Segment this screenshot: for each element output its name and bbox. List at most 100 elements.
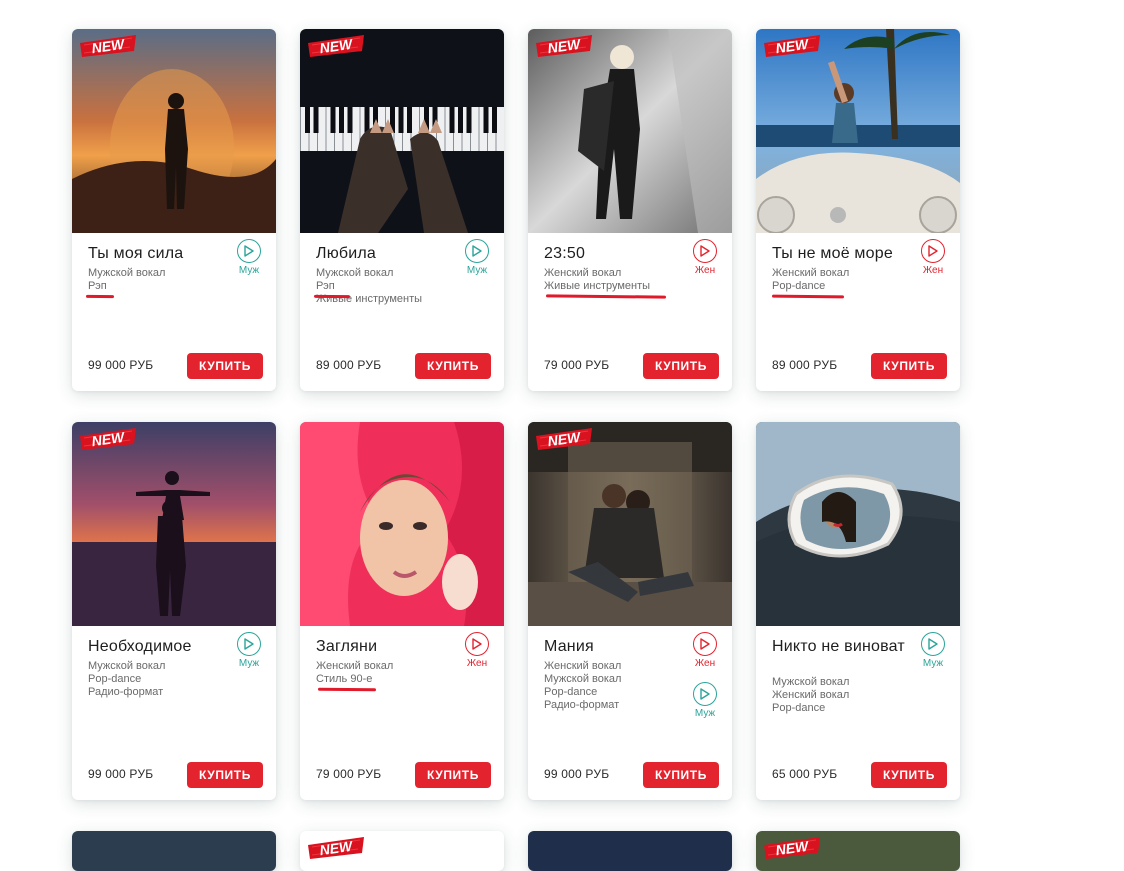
play-male-button[interactable]: Муж [688, 682, 722, 719]
play-male-button[interactable]: Муж [916, 632, 950, 669]
tag-item: Женский вокал [316, 660, 394, 672]
tag-item: Женский вокал [544, 267, 622, 279]
cover-image[interactable]: NEW [528, 29, 732, 233]
play-icon[interactable] [921, 239, 945, 263]
hand-underline [771, 294, 845, 299]
product-card-partial[interactable] [72, 831, 276, 871]
play-female-button[interactable]: Жен [916, 239, 950, 276]
new-badge: NEW [306, 835, 368, 861]
cover-art-woman-car-mirror [756, 422, 960, 626]
play-label: Муж [238, 265, 260, 276]
buy-button[interactable]: КУПИТЬ [415, 353, 491, 379]
cover-image[interactable]: NEW [72, 29, 276, 233]
buy-button[interactable]: КУПИТЬ [871, 353, 947, 379]
new-badge: NEW [78, 426, 140, 452]
cover-art-woman-convertible-palms [756, 29, 960, 233]
price-label: 99 000 РУБ [544, 767, 610, 781]
tag-item: Мужской вокал [772, 676, 850, 688]
cover-image[interactable]: NEW [300, 29, 504, 233]
cover-art-blonde-woman-walking-bw [528, 29, 732, 233]
cover-image[interactable]: NEW [756, 29, 960, 233]
tag-item: Женский вокал [544, 660, 622, 672]
track-title[interactable]: 23:50 [544, 245, 684, 262]
tag-item: Радио-формат [88, 686, 164, 698]
product-card-partial[interactable]: NEW [756, 831, 960, 871]
cover-art-woman-red-fabric [300, 422, 504, 626]
play-male-button[interactable]: Муж [460, 239, 494, 276]
play-icon[interactable] [465, 239, 489, 263]
product-card[interactable]: NEW Мания Женский вокал Мужской вокал Pop-d… [528, 422, 732, 800]
tag-item: Мужской вокал [316, 267, 394, 279]
track-title[interactable]: Ты не моё море [772, 245, 912, 262]
price-label: 65 000 РУБ [772, 767, 838, 781]
play-icon[interactable] [465, 632, 489, 656]
product-card[interactable]: NEW Необходимое Мужской вокал Pop-dance Рад… [72, 422, 276, 800]
play-icon[interactable] [693, 682, 717, 706]
cover-art-silhouette-sunset-woman [72, 29, 276, 233]
cover-image[interactable]: NEW [528, 422, 732, 626]
buy-button[interactable]: КУПИТЬ [187, 762, 263, 788]
product-card[interactable]: Никто не виноват Мужской вокал Женский вок… [756, 422, 960, 800]
play-icon[interactable] [237, 632, 261, 656]
product-card-partial[interactable] [528, 831, 732, 871]
play-female-button[interactable]: Жен [460, 632, 494, 669]
tag-item: Женский вокал [772, 689, 850, 701]
play-male-button[interactable]: Муж [232, 239, 266, 276]
buy-button[interactable]: КУПИТЬ [643, 353, 719, 379]
tag-item: Женский вокал [772, 267, 850, 279]
track-title[interactable]: Необходимое [88, 638, 228, 655]
cover-image[interactable] [756, 422, 960, 626]
new-badge: NEW [534, 33, 596, 59]
buy-button[interactable]: КУПИТЬ [871, 762, 947, 788]
tag-list: Женский вокал Pop-dance [772, 267, 922, 293]
play-label: Жен [922, 265, 944, 276]
cover-art-couple-elevator [528, 422, 732, 626]
play-icon[interactable] [693, 239, 717, 263]
price-label: 79 000 РУБ [316, 767, 382, 781]
svg-text:NEW: NEW [91, 429, 127, 450]
cover-art-couple-silhouette-sunset [72, 422, 276, 626]
price-label: 99 000 РУБ [88, 767, 154, 781]
svg-text:NEW: NEW [775, 838, 811, 859]
tag-list: Женский вокал Живые инструменты [544, 267, 694, 293]
svg-text:NEW: NEW [547, 36, 583, 57]
track-title[interactable]: Загляни [316, 638, 456, 655]
hand-underline [545, 294, 667, 299]
product-card[interactable]: NEW Ты моя сила Мужской вокал Рэп Муж 99 00… [72, 29, 276, 391]
tag-item: Pop-dance [772, 280, 826, 292]
play-label: Жен [694, 265, 716, 276]
track-title[interactable]: Мания [544, 638, 684, 655]
track-title[interactable]: Любила [316, 245, 456, 262]
product-card[interactable]: Загляни Женский вокал Стиль 90-е Жен 79 000… [300, 422, 504, 800]
svg-text:NEW: NEW [775, 36, 811, 57]
new-badge: NEW [306, 33, 368, 59]
product-card[interactable]: NEW 23:50 Женский вокал Живые инструменты … [528, 29, 732, 391]
play-icon[interactable] [693, 632, 717, 656]
play-icon[interactable] [921, 632, 945, 656]
cover-image[interactable]: NEW [72, 422, 276, 626]
tag-item: Мужской вокал [88, 267, 166, 279]
buy-button[interactable]: КУПИТЬ [187, 353, 263, 379]
product-card[interactable]: NEW Ты не моё море Женский вокал Pop-dance… [756, 29, 960, 391]
play-label: Муж [466, 265, 488, 276]
product-card-partial[interactable]: NEW [300, 831, 504, 871]
track-title[interactable]: Никто не виноват [772, 638, 912, 655]
play-label: Жен [466, 658, 488, 669]
buy-button[interactable]: КУПИТЬ [415, 762, 491, 788]
track-title[interactable]: Ты моя сила [88, 245, 228, 262]
buy-button[interactable]: КУПИТЬ [643, 762, 719, 788]
price-label: 79 000 РУБ [544, 358, 610, 372]
svg-text:NEW: NEW [319, 838, 355, 859]
play-label: Муж [694, 708, 716, 719]
tag-list: Женский вокал Стиль 90-е [316, 660, 466, 686]
product-card[interactable]: NEW Любила Мужской вокал Рэп Живые инструме… [300, 29, 504, 391]
play-male-button[interactable]: Муж [232, 632, 266, 669]
tag-item: Радио-формат [544, 699, 620, 711]
play-female-button[interactable]: Жен [688, 239, 722, 276]
tag-item: Pop-dance [88, 673, 142, 685]
new-badge: NEW [534, 426, 596, 452]
cover-image[interactable] [300, 422, 504, 626]
tag-list: Мужской вокал Рэп Живые инструменты [316, 267, 466, 306]
play-icon[interactable] [237, 239, 261, 263]
play-female-button[interactable]: Жен [688, 632, 722, 669]
